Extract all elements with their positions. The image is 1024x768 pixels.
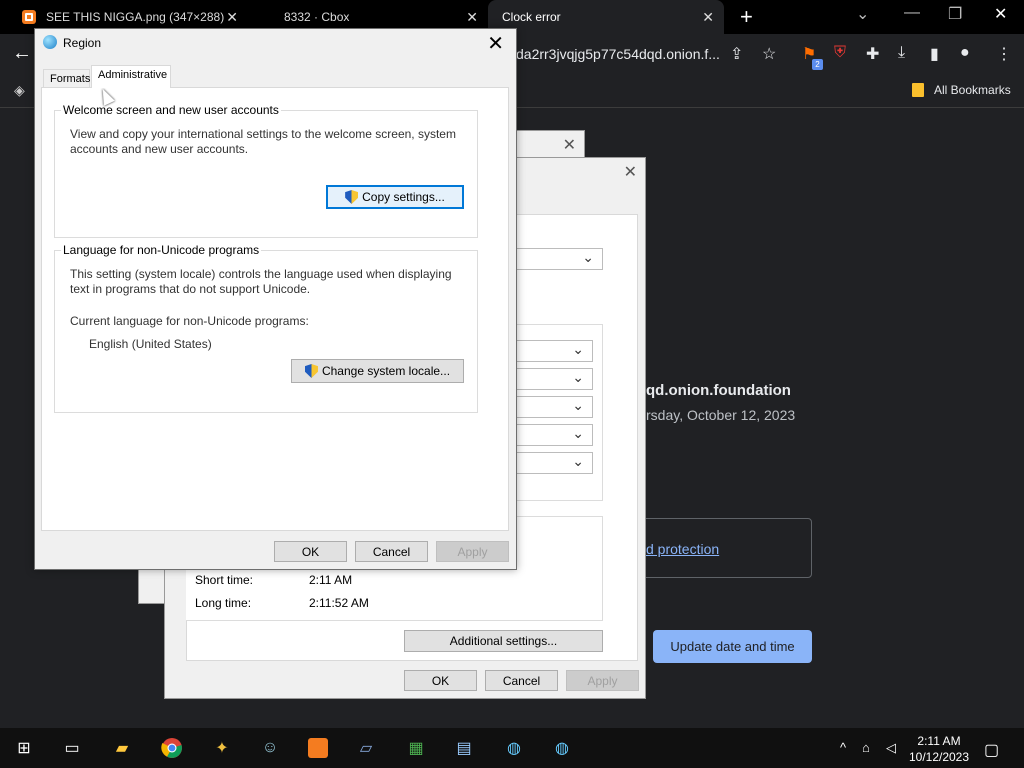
short-date-dropdown[interactable] [516,340,593,362]
dialog-title: Region [63,36,102,50]
profile-avatar-icon[interactable]: ● [960,44,970,62]
menu-kebab-icon[interactable]: ⋮ [996,44,1012,64]
new-tab-button[interactable]: + [740,4,753,30]
long-time-dropdown[interactable] [516,424,593,446]
calendar-app-icon[interactable]: ▤ [452,736,476,760]
short-time-label: Short time: [195,573,254,587]
globe-icon [43,35,57,49]
apply-button[interactable]: Apply [436,541,509,562]
notepad-icon[interactable]: ▱ [354,736,378,760]
tab-title: Clock error [502,10,561,24]
page-protection-link[interactable]: d protection [646,541,719,557]
spreadsheet-icon[interactable]: ▦ [404,736,428,760]
clock-time: 2:11 AM [917,734,961,748]
image-favicon-icon [22,10,36,24]
tab-close-icon[interactable]: ✕ [226,9,238,26]
tab-formats[interactable]: Formats [43,69,90,88]
format-dropdown[interactable] [516,248,603,270]
address-bar[interactable]: da2rr3jvqjg5p77c54dqd.onion.f... [516,46,720,62]
short-time-value: 2:11 AM [309,573,353,587]
file-explorer-icon[interactable]: ▰ [110,736,134,760]
first-day-dropdown[interactable] [516,452,593,474]
region-dialog: Region ✕ Formats Administrative Welcome … [34,28,517,570]
bg-apply-button[interactable]: Apply [566,670,639,691]
bookmark-star-icon[interactable]: ☆ [762,44,776,64]
bg-cancel-button[interactable]: Cancel [485,670,558,691]
anime-app-icon[interactable]: ☺ [258,736,282,760]
network-icon[interactable]: ⌂ [862,740,870,755]
side-panel-icon[interactable]: ▮ [930,44,939,64]
window-close-icon[interactable]: ✕ [994,4,1007,24]
additional-settings-button[interactable]: Additional settings... [404,630,603,652]
clock-date: 10/12/2023 [908,750,970,764]
tab-title: 8332 · Cbox [284,10,350,24]
tray-overflow-icon[interactable]: ^ [840,740,846,755]
group-label: Welcome screen and new user accounts [61,103,281,117]
short-time-dropdown[interactable] [516,396,593,418]
button-label: Copy settings... [362,190,445,204]
long-time-value: 2:11:52 AM [309,596,369,610]
close-icon[interactable]: ✕ [487,31,504,56]
chrome-icon[interactable] [160,736,184,760]
close-icon[interactable]: ✕ [563,135,576,155]
change-system-locale-button[interactable]: Change system locale... [291,359,464,383]
download-icon[interactable]: ⤓ [898,44,905,62]
cancel-button[interactable]: Cancel [355,541,428,562]
xampp-icon[interactable] [306,736,330,760]
tab-administrative[interactable]: Administrative [91,65,171,88]
tab-search-icon[interactable]: ⌄ [856,4,869,24]
extension-badge: 2 [812,59,823,70]
group-label: Language for non-Unicode programs [61,243,262,257]
extensions-puzzle-icon[interactable]: ✚ [866,44,879,64]
page-site-name: qd.onion.foundation [646,382,791,399]
windows-start-icon[interactable]: ⊞ [12,736,36,760]
update-date-time-button[interactable]: Update date and time [653,630,812,663]
current-language-label: Current language for non-Unicode program… [70,314,309,328]
shield-extension-icon[interactable]: ⛨ [834,44,846,62]
taskbar-clock[interactable]: 2:11 AM 10/12/2023 [908,733,970,765]
browser-tab-clock-error[interactable]: Clock error ✕ [488,0,724,34]
region-app-icon[interactable]: ◍ [550,736,574,760]
bookmark-app-icon[interactable]: ◈ [14,82,25,99]
control-panel-icon[interactable]: ◍ [502,736,526,760]
close-icon[interactable]: ✕ [624,162,637,182]
all-bookmarks-button[interactable]: All Bookmarks [934,83,1011,97]
copy-settings-button[interactable]: Copy settings... [326,185,464,209]
tab-close-icon[interactable]: ✕ [702,9,714,26]
current-language-value: English (United States) [89,337,212,351]
task-view-icon[interactable]: ▭ [60,736,84,760]
back-arrow-icon[interactable]: ← [12,42,32,65]
uac-shield-icon [304,364,318,378]
tab-close-icon[interactable]: ✕ [466,9,478,26]
minimize-icon[interactable]: — [904,4,920,22]
uac-shield-icon [345,190,359,204]
non-unicode-group: Language for non-Unicode programs This s… [54,243,478,413]
tab-title: SEE THIS NIGGA.png (347×288) [46,10,225,24]
page-date: rsday, October 12, 2023 [646,407,796,423]
welcome-screen-group: Welcome screen and new user accounts Vie… [54,103,478,238]
notification-icon[interactable]: ▢ [984,740,999,760]
button-label: Change system locale... [321,364,451,378]
bg-ok-button[interactable]: OK [404,670,477,691]
share-icon[interactable]: ⇪ [730,44,743,64]
volume-muted-icon[interactable]: ◁ [886,740,896,756]
ok-button[interactable]: OK [274,541,347,562]
administrative-panel: Welcome screen and new user accounts Vie… [41,87,509,531]
folder-icon [912,83,924,97]
restore-icon[interactable]: ❐ [948,4,962,24]
long-time-label: Long time: [195,596,252,610]
group-description: View and copy your international setting… [70,127,456,156]
bee-app-icon[interactable]: ✦ [210,736,234,760]
group-description: This setting (system locale) controls th… [70,267,452,296]
long-date-dropdown[interactable] [516,368,593,390]
